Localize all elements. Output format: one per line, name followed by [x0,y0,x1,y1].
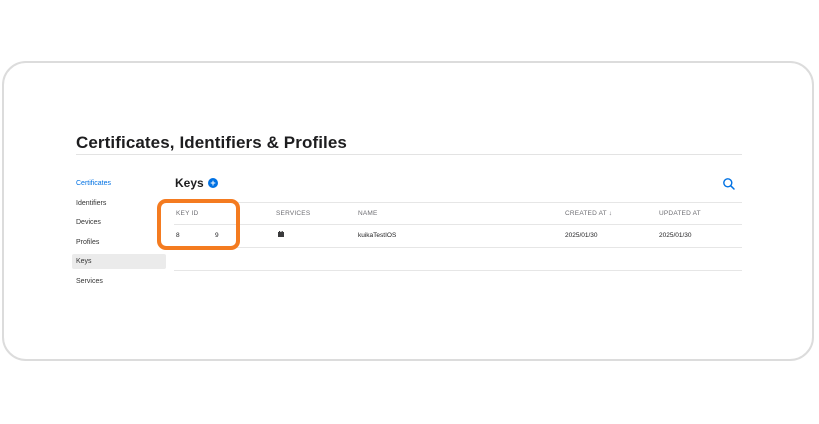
section-title-keys: Keys [175,176,204,190]
table-bottom-divider [174,270,742,271]
sidebar-item-certificates[interactable]: Certificates [72,176,166,191]
sidebar-item-identifiers[interactable]: Identifiers [72,196,166,211]
sidebar-item-devices[interactable]: Devices [72,215,166,230]
column-header-updated-at[interactable]: UPDATED AT [659,210,701,217]
row-divider [174,247,742,248]
add-key-icon[interactable]: + [208,178,218,188]
table-top-divider [174,202,742,203]
sidebar-item-services[interactable]: Services [72,274,166,289]
header-divider [174,224,742,225]
column-header-created-at[interactable]: CREATED AT ↓ [565,210,612,217]
search-icon[interactable] [722,177,736,191]
sidebar-item-keys[interactable]: Keys [72,254,166,270]
column-header-name[interactable]: NAME [358,210,378,217]
page-title: Certificates, Identifiers & Profiles [76,133,347,152]
key-created-at: 2025/01/30 [565,232,598,239]
key-id-end: 9 [215,232,219,239]
key-id-start: 8 [176,232,180,239]
column-header-services[interactable]: SERVICES [276,210,310,217]
sidebar-item-profiles[interactable]: Profiles [72,235,166,250]
column-header-key-id[interactable]: KEY ID [176,210,198,217]
title-divider [76,154,742,155]
key-name[interactable]: kuikaTestIOS [358,232,396,239]
sidebar: Certificates Identifiers Devices Profile… [72,176,166,294]
apns-icon [278,231,284,237]
key-updated-at: 2025/01/30 [659,232,692,239]
